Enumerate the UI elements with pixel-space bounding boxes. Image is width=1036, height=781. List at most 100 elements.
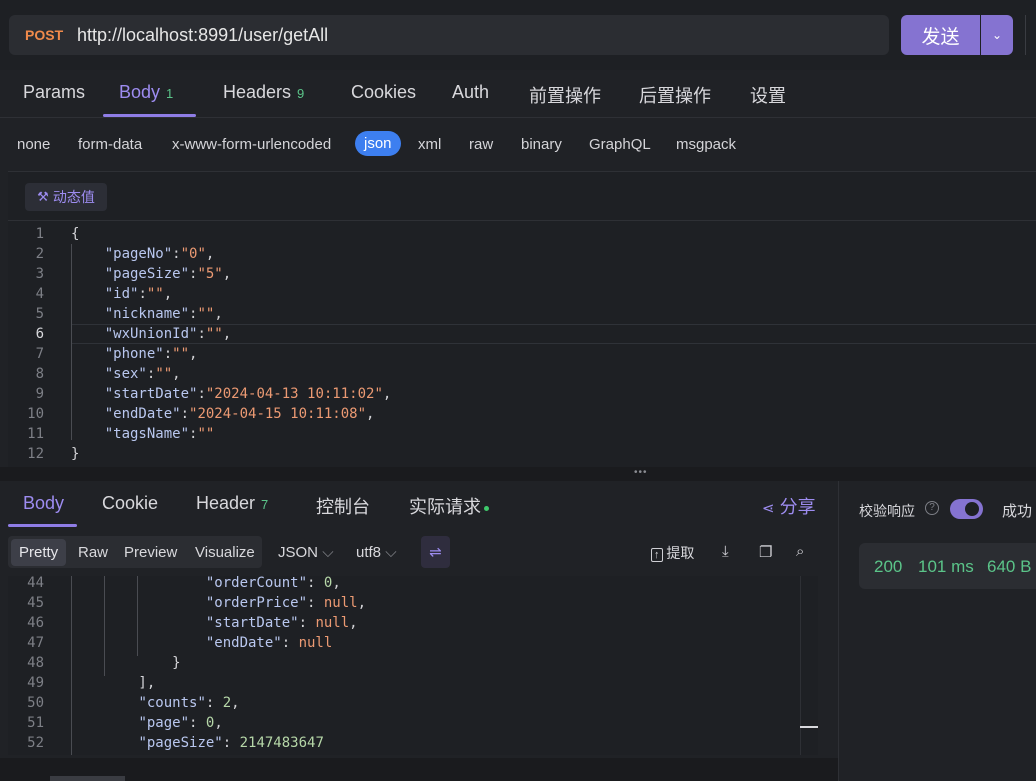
language-select[interactable]: JSON ⌵	[278, 544, 334, 561]
code-text: "startDate": null,	[205, 615, 358, 631]
response-toolbar: Pretty Raw Preview Visualize JSON ⌵ utf8…	[0, 530, 838, 574]
response-line: 45 "orderPrice": null,	[8, 593, 818, 613]
active-tab-indicator	[8, 524, 77, 527]
format-raw[interactable]: Raw	[78, 544, 108, 561]
line-number: 8	[35, 366, 44, 382]
resp-tab-cookie[interactable]: Cookie	[102, 493, 158, 514]
extract-label: 提取	[666, 545, 695, 561]
response-line: 52 "pageSize": 2147483647	[8, 733, 818, 753]
extract-button[interactable]: ↑ 提取	[651, 543, 694, 563]
line-number: 5	[35, 306, 44, 322]
method-select[interactable]: POST	[25, 27, 69, 43]
code-line: 3 "pageSize":"5",	[8, 264, 1036, 284]
response-time: 101 ms	[918, 557, 974, 576]
tab-settings[interactable]: 设置	[750, 82, 786, 108]
dynamic-value-button[interactable]: ⚒ 动态值	[25, 183, 107, 211]
request-tabs: Params Body 1 Headers 9 Cookies Auth 前置操作 …	[0, 70, 1036, 118]
code-text: }	[71, 655, 181, 671]
resp-tab-actual-request[interactable]: 实际请求	[409, 493, 489, 519]
scrollbar-thumb[interactable]	[800, 726, 818, 728]
code-text: "phone":"",	[104, 346, 198, 362]
panel-splitter[interactable]	[0, 467, 1036, 481]
response-tabs: Body Cookie Header 7 控制台 实际请求 ⋖ 分享	[0, 481, 838, 527]
line-number: 44	[27, 576, 44, 591]
encoding-select[interactable]: utf8 ⌵	[356, 544, 397, 561]
body-type-form-data[interactable]: form-data	[78, 136, 142, 153]
tab-body[interactable]: Body 1	[119, 82, 173, 103]
divider	[8, 220, 1036, 221]
share-button[interactable]: ⋖ 分享	[762, 493, 816, 519]
tab-auth[interactable]: Auth	[452, 82, 489, 103]
send-dropdown-button[interactable]: ⌄	[981, 15, 1013, 55]
code-line: 1{	[8, 224, 1036, 244]
send-button[interactable]: 发送	[901, 15, 980, 55]
response-line: 44 "orderCount": 0,	[8, 576, 818, 593]
copy-icon[interactable]: ❐	[759, 543, 772, 561]
code-text: "endDate":"2024-04-15 10:11:08",	[104, 406, 375, 422]
code-text: "wxUnionId":"",	[104, 326, 232, 342]
response-meta-panel: 校验响应 ? 成功 200 101 ms 640 B	[838, 481, 1036, 781]
body-type-json[interactable]: json	[355, 131, 401, 156]
status-bar	[0, 758, 838, 781]
drag-handle-icon[interactable]: •••	[634, 467, 648, 478]
help-icon[interactable]: ?	[925, 501, 939, 515]
code-text: ],	[71, 675, 156, 691]
line-number: 45	[27, 595, 44, 611]
code-text: "pageSize": 2147483647	[138, 735, 324, 751]
line-number: 2	[35, 246, 44, 262]
format-preview[interactable]: Preview	[124, 544, 177, 561]
line-number: 50	[27, 695, 44, 711]
body-type-none[interactable]: none	[17, 136, 50, 153]
code-text: {	[71, 226, 80, 242]
line-number: 51	[27, 715, 44, 731]
url-input[interactable]: http://localhost:8991/user/getAll	[77, 25, 328, 46]
wrap-lines-icon: ⇌	[429, 544, 442, 561]
code-text: "endDate": null	[205, 635, 333, 651]
tab-headers[interactable]: Headers 9	[223, 82, 304, 103]
request-body-editor[interactable]: ⚒ 动态值 1{2 "pageNo":"0", 3 "pageSize":"5",…	[8, 171, 1036, 467]
download-icon[interactable]: ⤓	[722, 543, 729, 560]
response-line: 48 }	[8, 653, 818, 673]
body-type-msgpack[interactable]: msgpack	[676, 136, 736, 153]
line-number: 47	[27, 635, 44, 651]
line-number: 10	[27, 406, 44, 422]
tab-cookies[interactable]: Cookies	[351, 82, 416, 103]
body-type-xml[interactable]: xml	[418, 136, 441, 153]
response-line: 51 "page": 0,	[8, 713, 818, 733]
code-text: "counts": 2,	[138, 695, 240, 711]
code-text: }	[71, 446, 80, 462]
search-icon[interactable]: ⌕	[796, 543, 804, 560]
line-number: 9	[35, 386, 44, 402]
resp-tab-console[interactable]: 控制台	[316, 493, 370, 519]
code-text: "id":"",	[104, 286, 173, 302]
response-body-viewer[interactable]: 44 "orderCount": 0, 45 "orderPrice": null…	[8, 576, 818, 755]
response-scrollbar[interactable]	[800, 576, 818, 755]
bottom-tab[interactable]	[50, 776, 125, 781]
status-dot	[484, 505, 489, 511]
code-text: "page": 0,	[138, 715, 223, 731]
code-text: "tagsName":""	[104, 426, 215, 442]
share-icon: ⋖	[762, 500, 775, 517]
extract-icon: ↑	[651, 548, 663, 562]
code-line: 12}	[8, 444, 1036, 464]
body-type-binary[interactable]: binary	[521, 136, 562, 153]
chevron-down-icon: ⌵	[385, 544, 397, 561]
tab-post-ops[interactable]: 后置操作	[639, 82, 711, 108]
format-pretty[interactable]: Pretty	[11, 539, 67, 566]
format-visualize[interactable]: Visualize	[195, 544, 255, 561]
wrap-lines-button[interactable]: ⇌	[421, 536, 450, 568]
resp-tab-body[interactable]: Body	[23, 493, 64, 514]
code-line: 6 "wxUnionId":"",	[8, 324, 1036, 344]
tab-pre-ops[interactable]: 前置操作	[529, 82, 601, 108]
url-input-box[interactable]: POST http://localhost:8991/user/getAll	[9, 15, 889, 55]
verify-toggle[interactable]	[950, 499, 983, 519]
resp-tab-header[interactable]: Header 7	[196, 493, 268, 514]
body-type-urlencoded[interactable]: x-www-form-urlencoded	[172, 136, 331, 153]
tab-params[interactable]: Params	[23, 82, 85, 103]
code-text: "nickname":"",	[104, 306, 223, 322]
code-line: 7 "phone":"",	[8, 344, 1036, 364]
body-type-graphql[interactable]: GraphQL	[589, 136, 651, 153]
share-label: 分享	[779, 497, 816, 517]
body-type-raw[interactable]: raw	[469, 136, 493, 153]
line-number: 12	[27, 446, 44, 462]
